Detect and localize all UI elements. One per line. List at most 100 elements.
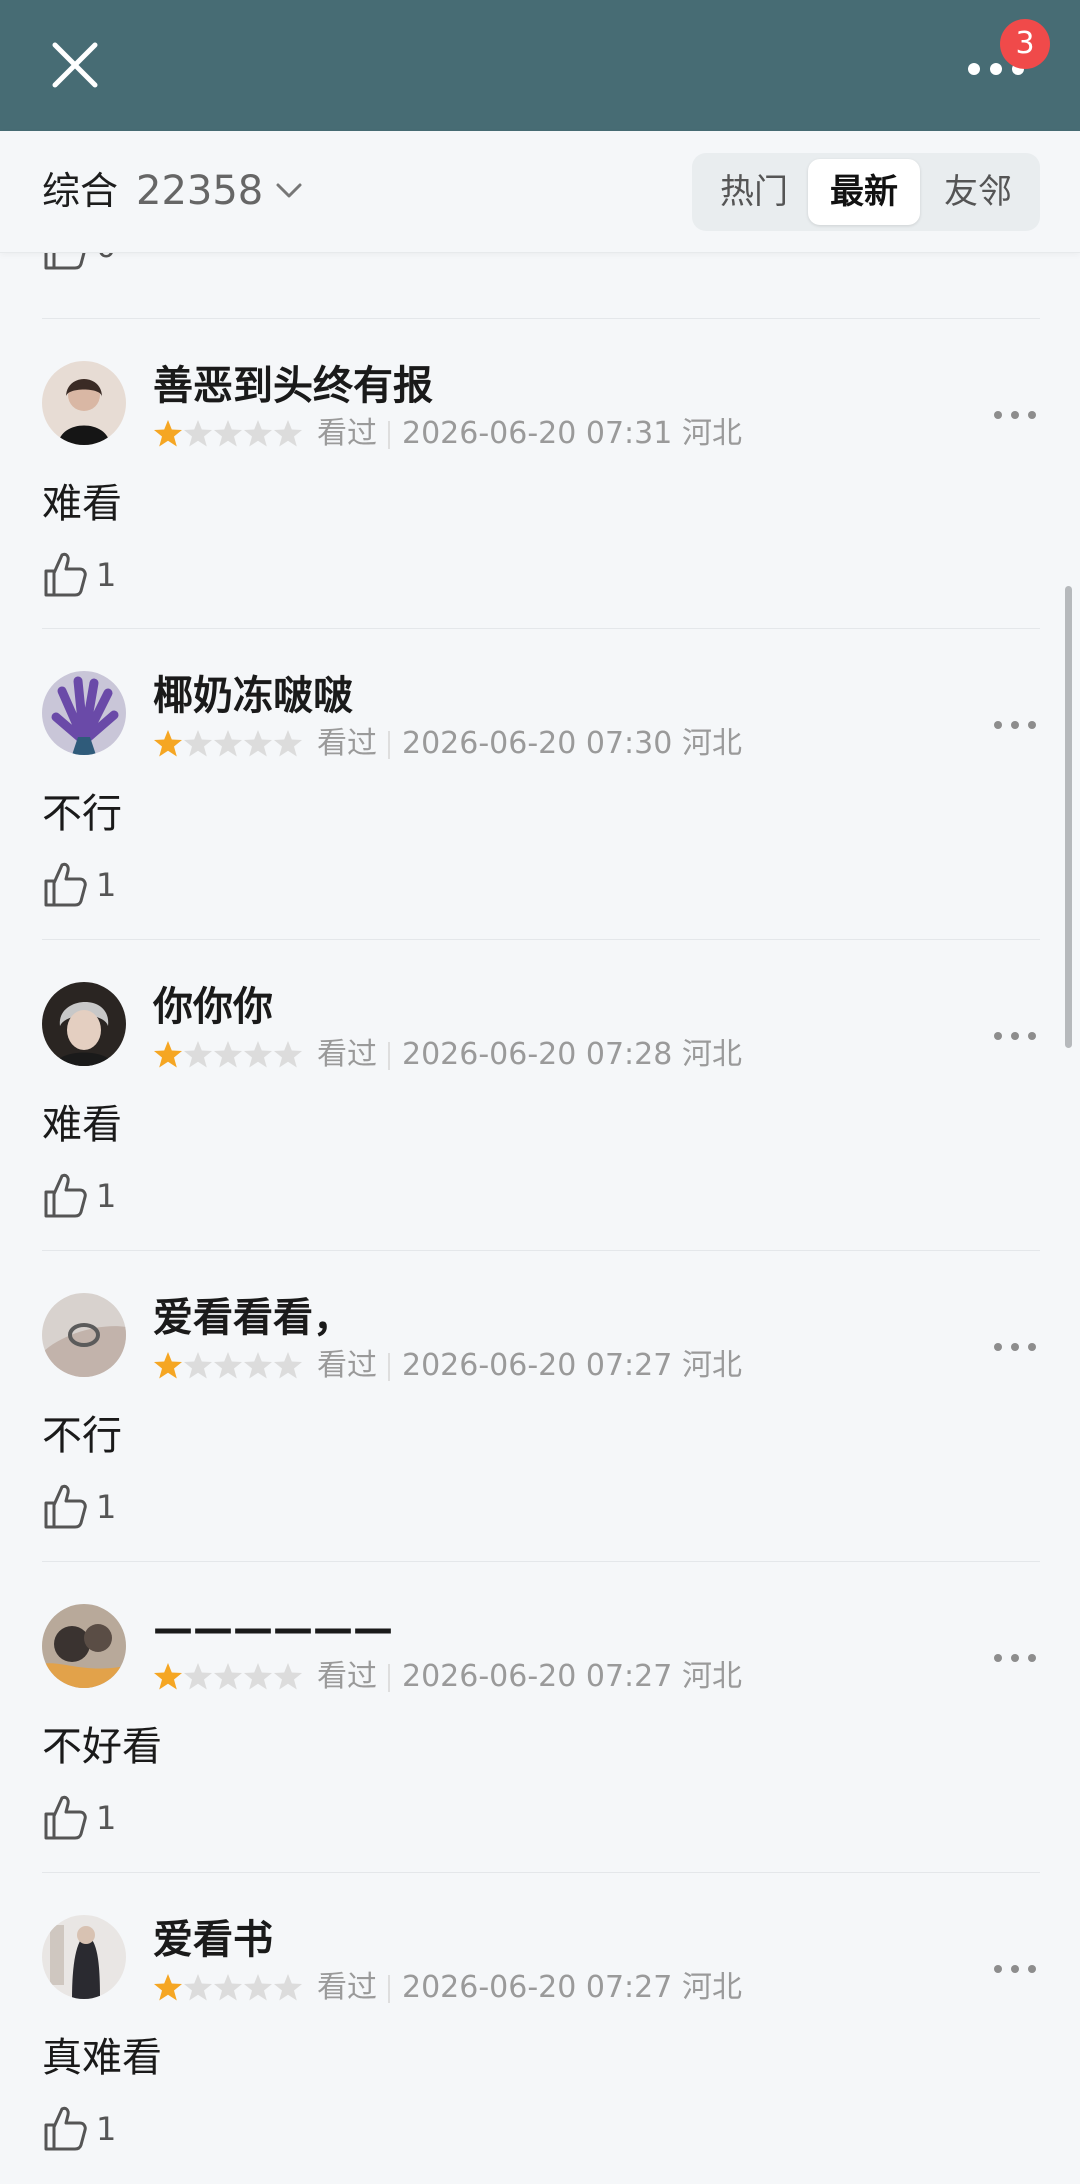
comment-item: 善恶到头终有报 看过 2026-06-20 07:31 河北 难看 1 bbox=[0, 320, 1080, 630]
like-button[interactable]: 1 bbox=[42, 549, 152, 603]
star-filled-icon bbox=[154, 1663, 182, 1690]
separator bbox=[388, 1042, 390, 1070]
more-options-icon[interactable] bbox=[990, 1332, 1040, 1362]
sort-tabs: 热门 最新 友邻 bbox=[692, 153, 1040, 231]
star-filled-icon bbox=[154, 730, 182, 757]
thumbs-up-icon bbox=[44, 552, 87, 597]
avatar[interactable] bbox=[42, 1915, 126, 1999]
comment-location: 河北 bbox=[682, 1970, 742, 2005]
avatar-photo-icon bbox=[42, 1604, 126, 1688]
comment-text: 难看 bbox=[42, 1102, 122, 1148]
star-rating bbox=[154, 730, 302, 757]
star-rating bbox=[154, 1352, 302, 1379]
watch-status: 看过 bbox=[317, 1970, 377, 2005]
star-rating bbox=[154, 1974, 302, 2001]
tab-friends[interactable]: 友邻 bbox=[922, 159, 1034, 225]
avatar[interactable] bbox=[42, 671, 126, 755]
comment-location: 河北 bbox=[682, 726, 742, 761]
comment-location: 河北 bbox=[682, 1348, 742, 1383]
scrollbar-thumb[interactable] bbox=[1065, 586, 1072, 1048]
comment-item: 椰奶冻啵啵 看过 2026-06-20 07:30 河北 不行 1 bbox=[0, 630, 1080, 940]
comment-item: 爱看书 看过 2026-06-20 07:27 河北 真难看 1 bbox=[0, 1874, 1080, 2184]
comment-location: 河北 bbox=[682, 1037, 742, 1072]
tab-hot[interactable]: 热门 bbox=[698, 159, 810, 225]
likes-count: 1 bbox=[96, 556, 117, 594]
watch-status: 看过 bbox=[317, 1037, 377, 1072]
comment-location: 河北 bbox=[682, 1659, 742, 1694]
comment-item: 爱看看看， 看过 2026-06-20 07:27 河北 不行 1 bbox=[0, 1252, 1080, 1562]
close-icon bbox=[52, 42, 98, 88]
tab-latest[interactable]: 最新 bbox=[808, 159, 920, 225]
star-filled-icon bbox=[154, 1041, 182, 1068]
comment-date: 2026-06-20 07:31 bbox=[402, 416, 673, 451]
more-options-icon[interactable] bbox=[990, 400, 1040, 430]
username[interactable]: —————— bbox=[153, 1603, 393, 1655]
like-button[interactable]: 1 bbox=[42, 1481, 152, 1535]
avatar[interactable] bbox=[42, 361, 126, 445]
top-bar: 3 bbox=[0, 0, 1080, 131]
likes-count: 1 bbox=[96, 2110, 117, 2148]
separator bbox=[388, 1353, 390, 1381]
watch-status: 看过 bbox=[317, 1659, 377, 1694]
avatar-photo-icon bbox=[42, 1915, 126, 1999]
more-options-icon[interactable] bbox=[990, 1643, 1040, 1673]
avatar[interactable] bbox=[42, 982, 126, 1066]
like-button[interactable]: 1 bbox=[42, 1170, 152, 1224]
close-button[interactable] bbox=[40, 30, 110, 100]
divider bbox=[42, 939, 1040, 940]
like-button[interactable]: 1 bbox=[42, 859, 152, 913]
username[interactable]: 你你你 bbox=[153, 981, 273, 1033]
watch-status: 看过 bbox=[317, 416, 377, 451]
avatar-photo-icon bbox=[42, 1293, 126, 1377]
avatar-photo-icon bbox=[42, 671, 126, 755]
like-button[interactable]: 1 bbox=[42, 1792, 152, 1846]
comment-text: 真难看 bbox=[42, 2035, 162, 2081]
chevron-down-icon[interactable] bbox=[274, 171, 304, 211]
likes-count: 1 bbox=[96, 866, 117, 904]
notification-badge: 3 bbox=[1000, 19, 1050, 69]
watch-status: 看过 bbox=[317, 1348, 377, 1383]
avatar-photo-icon bbox=[42, 982, 126, 1066]
comment-text: 不好看 bbox=[42, 1724, 162, 1770]
comment-count[interactable]: 22358 bbox=[136, 165, 263, 217]
filter-bar: 综合 22358 热门 最新 友邻 bbox=[0, 131, 1080, 253]
star-rating bbox=[154, 420, 302, 447]
comment-item: 你你你 看过 2026-06-20 07:28 河北 难看 1 bbox=[0, 941, 1080, 1251]
separator bbox=[388, 731, 390, 759]
likes-count: 1 bbox=[96, 1488, 117, 1526]
username[interactable]: 爱看书 bbox=[153, 1914, 273, 1966]
username[interactable]: 爱看看看， bbox=[153, 1292, 353, 1344]
comment-text: 不行 bbox=[42, 791, 122, 837]
comment-date: 2026-06-20 07:27 bbox=[402, 1970, 673, 2005]
like-button[interactable]: 1 bbox=[42, 2103, 152, 2157]
comment-location: 河北 bbox=[682, 416, 742, 451]
username[interactable]: 善恶到头终有报 bbox=[153, 360, 433, 412]
divider bbox=[42, 1872, 1040, 1873]
more-options-icon[interactable] bbox=[990, 1021, 1040, 1051]
divider bbox=[42, 628, 1040, 629]
avatar-photo-icon bbox=[42, 361, 126, 445]
thumbs-up-icon bbox=[44, 2106, 87, 2151]
star-filled-icon bbox=[154, 1352, 182, 1379]
more-options-icon[interactable] bbox=[990, 1954, 1040, 1984]
thumbs-up-icon bbox=[44, 862, 87, 907]
star-rating bbox=[154, 1663, 302, 1690]
comment-date: 2026-06-20 07:27 bbox=[402, 1348, 673, 1383]
separator bbox=[388, 421, 390, 449]
thumbs-up-icon bbox=[44, 1484, 87, 1529]
comment-date: 2026-06-20 07:27 bbox=[402, 1659, 673, 1694]
comment-date: 2026-06-20 07:28 bbox=[402, 1037, 673, 1072]
separator bbox=[388, 1975, 390, 2003]
sort-label[interactable]: 综合 bbox=[42, 165, 118, 217]
star-filled-icon bbox=[154, 420, 182, 447]
divider bbox=[42, 318, 1040, 319]
avatar[interactable] bbox=[42, 1604, 126, 1688]
username[interactable]: 椰奶冻啵啵 bbox=[153, 670, 353, 722]
watch-status: 看过 bbox=[317, 726, 377, 761]
more-options-icon[interactable] bbox=[990, 710, 1040, 740]
comment-date: 2026-06-20 07:30 bbox=[402, 726, 673, 761]
avatar[interactable] bbox=[42, 1293, 126, 1377]
comment-item: —————— 看过 2026-06-20 07:27 河北 不好看 1 bbox=[0, 1563, 1080, 1873]
thumbs-up-icon bbox=[44, 1173, 87, 1218]
divider bbox=[42, 1250, 1040, 1251]
